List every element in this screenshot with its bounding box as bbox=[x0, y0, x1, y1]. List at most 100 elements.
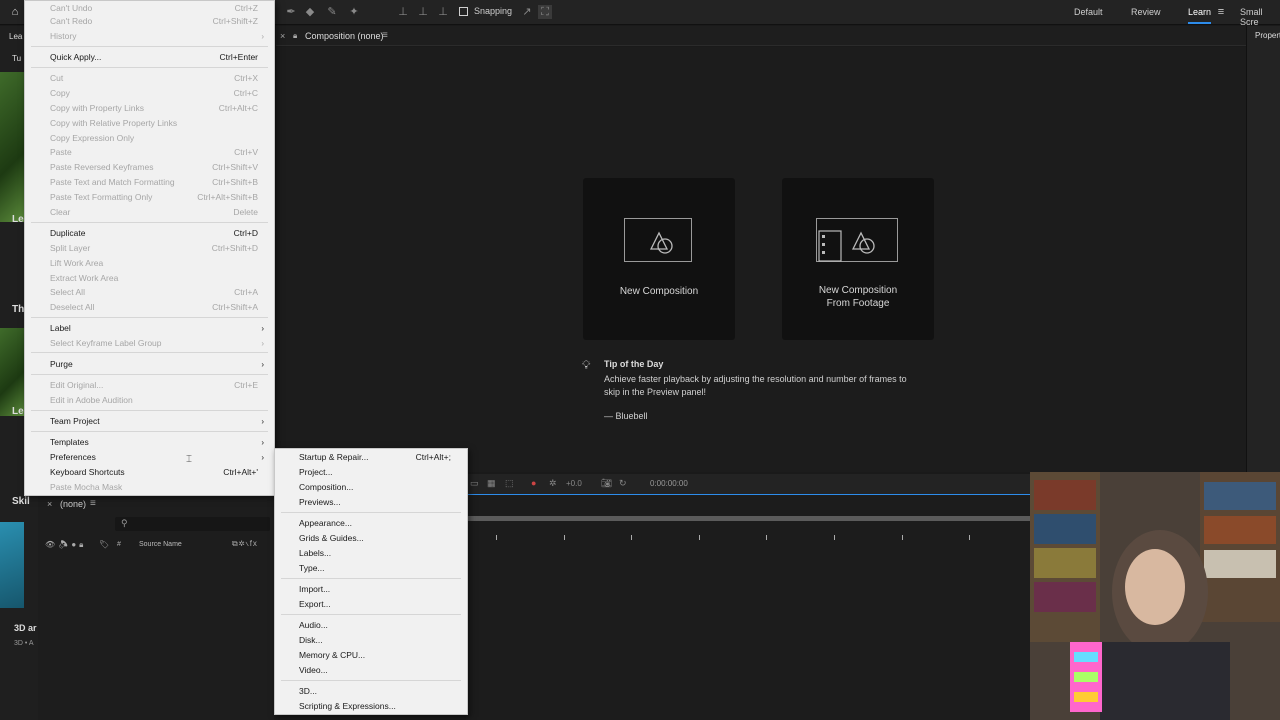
show-snapshot-icon[interactable]: ↻ bbox=[619, 478, 627, 489]
tutorials-tab-label[interactable]: Tu bbox=[12, 54, 21, 63]
pref-item-previews[interactable]: Previews... bbox=[299, 495, 457, 510]
workspace-small-screen[interactable]: Small Scre bbox=[1240, 7, 1280, 27]
properties-tab[interactable]: Propert bbox=[1255, 31, 1280, 40]
puppet-pin-icon[interactable]: ✦ bbox=[347, 5, 361, 19]
panel-menu-icon[interactable]: ≡ bbox=[90, 498, 96, 509]
menu-item-copy-relative-property-links[interactable]: Copy with Relative Property Links bbox=[50, 116, 264, 131]
workspace-menu-icon[interactable]: ≡ bbox=[1214, 5, 1228, 19]
pref-item-appearance[interactable]: Appearance... bbox=[299, 516, 457, 531]
menu-item-team-project[interactable]: Team Project › bbox=[50, 414, 264, 429]
tutorial-thumbnail[interactable] bbox=[0, 72, 24, 222]
color-channels-icon[interactable]: ● bbox=[531, 478, 536, 488]
menu-item-deselect-all[interactable]: Deselect All Ctrl+Shift+A bbox=[50, 300, 264, 315]
menu-item-select-keyframe-label-group[interactable]: Select Keyframe Label Group › bbox=[50, 336, 264, 351]
panel-menu-icon[interactable]: ≡ bbox=[382, 30, 388, 41]
pref-item-memory-cpu[interactable]: Memory & CPU... bbox=[299, 648, 457, 663]
menu-separator bbox=[31, 352, 268, 353]
menu-item-keyboard-shortcuts[interactable]: Keyboard Shortcuts Ctrl+Alt+' bbox=[50, 465, 264, 480]
roto-brush-icon[interactable]: ✎ bbox=[325, 5, 339, 19]
home-icon[interactable]: ⌂ bbox=[8, 5, 22, 19]
menu-item-copy-property-links[interactable]: Copy with Property Links Ctrl+Alt+C bbox=[50, 101, 264, 116]
exposure-value[interactable]: +0.0 bbox=[566, 479, 582, 488]
workspace-default[interactable]: Default bbox=[1074, 7, 1103, 17]
close-tab-icon[interactable]: × bbox=[280, 31, 285, 41]
snapshot-icon[interactable]: 📷︎ bbox=[601, 478, 612, 489]
menu-item-label-submenu[interactable]: Label › bbox=[50, 321, 264, 336]
pref-item-audio[interactable]: Audio... bbox=[299, 618, 457, 633]
transparency-grid-icon[interactable]: ▦ bbox=[487, 478, 496, 489]
composition-tab[interactable]: Composition (none) bbox=[305, 31, 384, 41]
axis-world-icon[interactable]: ⊥ bbox=[416, 5, 430, 19]
menu-item-paste-text-formatting-only[interactable]: Paste Text Formatting Only Ctrl+Alt+Shift… bbox=[50, 190, 264, 205]
skill-thumbnail[interactable] bbox=[0, 522, 24, 608]
pref-item-scripting-expressions[interactable]: Scripting & Expressions... bbox=[299, 699, 457, 714]
menu-item-copy[interactable]: Copy Ctrl+C bbox=[50, 86, 264, 101]
new-composition-from-footage-card[interactable]: New Composition From Footage bbox=[782, 178, 934, 340]
new-composition-card[interactable]: New Composition bbox=[583, 178, 735, 340]
layer-switches-icons[interactable]: 👁︎🔈︎●🔒︎ bbox=[45, 540, 86, 550]
menu-item-cant-redo[interactable]: Can't Redo Ctrl+Shift+Z bbox=[50, 14, 264, 29]
menu-item-label: Edit Original... bbox=[50, 380, 104, 390]
menu-item-clear[interactable]: Clear Delete bbox=[50, 205, 264, 220]
menu-item-extract-work-area[interactable]: Extract Work Area bbox=[50, 271, 264, 286]
source-name-header[interactable]: Source Name bbox=[139, 541, 182, 548]
workspace-learn[interactable]: Learn bbox=[1188, 7, 1212, 24]
close-panel-icon[interactable]: × bbox=[47, 499, 52, 509]
menu-item-select-all[interactable]: Select All Ctrl+A bbox=[50, 285, 264, 300]
menu-item-preferences[interactable]: Preferences › bbox=[50, 450, 264, 465]
workspace-review[interactable]: Review bbox=[1131, 7, 1161, 17]
pref-item-grids-guides[interactable]: Grids & Guides... bbox=[299, 531, 457, 546]
menu-item-edit-in-audition[interactable]: Edit in Adobe Audition bbox=[50, 393, 264, 408]
menu-item-edit-original[interactable]: Edit Original... Ctrl+E bbox=[50, 378, 264, 393]
menu-item-quick-apply[interactable]: Quick Apply... Ctrl+Enter bbox=[50, 50, 264, 65]
pref-item-export[interactable]: Export... bbox=[299, 597, 457, 612]
menu-item-templates[interactable]: Templates › bbox=[50, 435, 264, 450]
menu-item-lift-work-area[interactable]: Lift Work Area bbox=[50, 256, 264, 271]
work-area-bar[interactable] bbox=[466, 516, 1030, 521]
timeline-comp-tab[interactable]: (none) bbox=[60, 499, 86, 509]
pref-item-3d[interactable]: 3D... bbox=[299, 684, 457, 699]
eraser-tool-icon[interactable]: ◆ bbox=[303, 5, 317, 19]
pref-item-composition[interactable]: Composition... bbox=[299, 480, 457, 495]
snapping-label: Snapping bbox=[474, 6, 513, 16]
menu-item-history[interactable]: History › bbox=[50, 29, 264, 44]
menu-item-label: Copy with Relative Property Links bbox=[50, 118, 178, 128]
menu-item-purge[interactable]: Purge › bbox=[50, 357, 264, 372]
menu-item-duplicate[interactable]: Duplicate Ctrl+D bbox=[50, 226, 264, 241]
pref-item-project[interactable]: Project... bbox=[299, 465, 457, 480]
label-column-icon[interactable]: 🏷︎ bbox=[99, 540, 109, 549]
snap-options-icon[interactable]: ↗ bbox=[520, 5, 534, 19]
menu-item-label: History bbox=[50, 31, 77, 41]
menu-item-paste-reversed-keyframes[interactable]: Paste Reversed Keyframes Ctrl+Shift+V bbox=[50, 160, 264, 175]
pen-tool-icon[interactable]: ✒ bbox=[284, 5, 298, 19]
learn-tab-label[interactable]: Lea bbox=[9, 32, 22, 41]
axis-local-icon[interactable]: ⊥ bbox=[396, 5, 410, 19]
pref-item-startup-repair[interactable]: Startup & Repair... Ctrl+Alt+; bbox=[299, 450, 457, 465]
submenu-arrow-icon: › bbox=[261, 324, 264, 333]
menu-item-split-layer[interactable]: Split Layer Ctrl+Shift+D bbox=[50, 241, 264, 256]
exposure-reset-icon[interactable]: ✲ bbox=[549, 478, 557, 489]
pref-item-disk[interactable]: Disk... bbox=[299, 633, 457, 648]
menu-item-paste-mocha-mask[interactable]: Paste Mocha Mask bbox=[50, 480, 264, 495]
pref-item-labels[interactable]: Labels... bbox=[299, 546, 457, 561]
snapping-checkbox[interactable] bbox=[459, 7, 468, 16]
menu-item-label: Can't Redo bbox=[50, 16, 93, 26]
menu-item-paste[interactable]: Paste Ctrl+V bbox=[50, 145, 264, 160]
region-of-interest-icon[interactable]: ▭ bbox=[470, 478, 479, 489]
menu-item-paste-text-match-formatting[interactable]: Paste Text and Match Formatting Ctrl+Shif… bbox=[50, 175, 264, 190]
layer-search-input[interactable] bbox=[115, 517, 270, 531]
timecode[interactable]: 0:00:00:00 bbox=[650, 479, 688, 488]
pref-item-import[interactable]: Import... bbox=[299, 582, 457, 597]
tutorial-thumbnail-2[interactable] bbox=[0, 328, 24, 416]
snap-target-icon[interactable]: ⛶ bbox=[538, 5, 552, 19]
axis-view-icon[interactable]: ⊥ bbox=[436, 5, 450, 19]
menu-item-copy-expression-only[interactable]: Copy Expression Only bbox=[50, 131, 264, 146]
menu-item-label: Paste bbox=[50, 147, 72, 157]
pref-item-video[interactable]: Video... bbox=[299, 663, 457, 678]
pref-item-type[interactable]: Type... bbox=[299, 561, 457, 576]
mask-visibility-icon[interactable]: ⬚ bbox=[505, 478, 514, 489]
lock-icon[interactable]: 🔒︎ bbox=[293, 31, 297, 41]
tip-of-the-day-body: Achieve faster playback by adjusting the… bbox=[604, 374, 907, 397]
menu-item-cut[interactable]: Cut Ctrl+X bbox=[50, 71, 264, 86]
layer-switches-header-icons[interactable]: ⧉✲∖fx bbox=[232, 539, 258, 549]
